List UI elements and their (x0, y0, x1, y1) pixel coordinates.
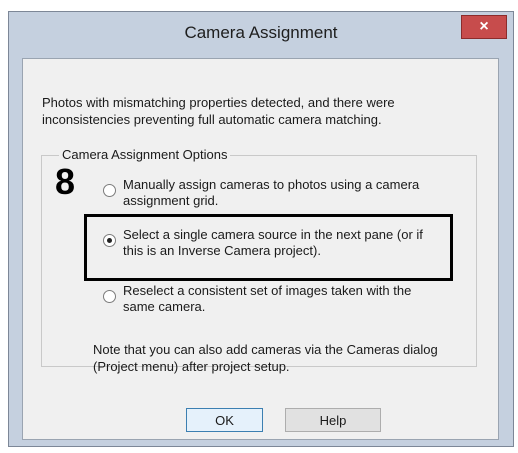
help-button[interactable]: Help (285, 408, 381, 432)
option-label: Select a single camera source in the nex… (123, 227, 423, 258)
radio-single-camera[interactable] (103, 234, 116, 247)
step-number-annotation: 8 (55, 161, 76, 202)
dialog-title: Camera Assignment (184, 23, 338, 42)
dialog-window: Camera Assignment × Photos with mismatch… (8, 11, 514, 447)
title-bar[interactable]: Camera Assignment × (9, 12, 513, 56)
option-label: Reselect a consistent set of images take… (123, 283, 412, 314)
close-icon: × (479, 18, 489, 35)
mismatch-message: Photos with mismatching properties detec… (42, 95, 395, 127)
radio-reselect-images[interactable] (103, 290, 116, 303)
option-label: Manually assign cameras to photos using … (123, 177, 420, 208)
close-button[interactable]: × (461, 15, 507, 39)
dialog-content: Photos with mismatching properties detec… (22, 58, 499, 440)
group-legend: Camera Assignment Options (59, 147, 231, 162)
radio-manual-assign[interactable] (103, 184, 116, 197)
note-text: Note that you can also add cameras via t… (93, 342, 438, 374)
ok-button[interactable]: OK (186, 408, 263, 432)
